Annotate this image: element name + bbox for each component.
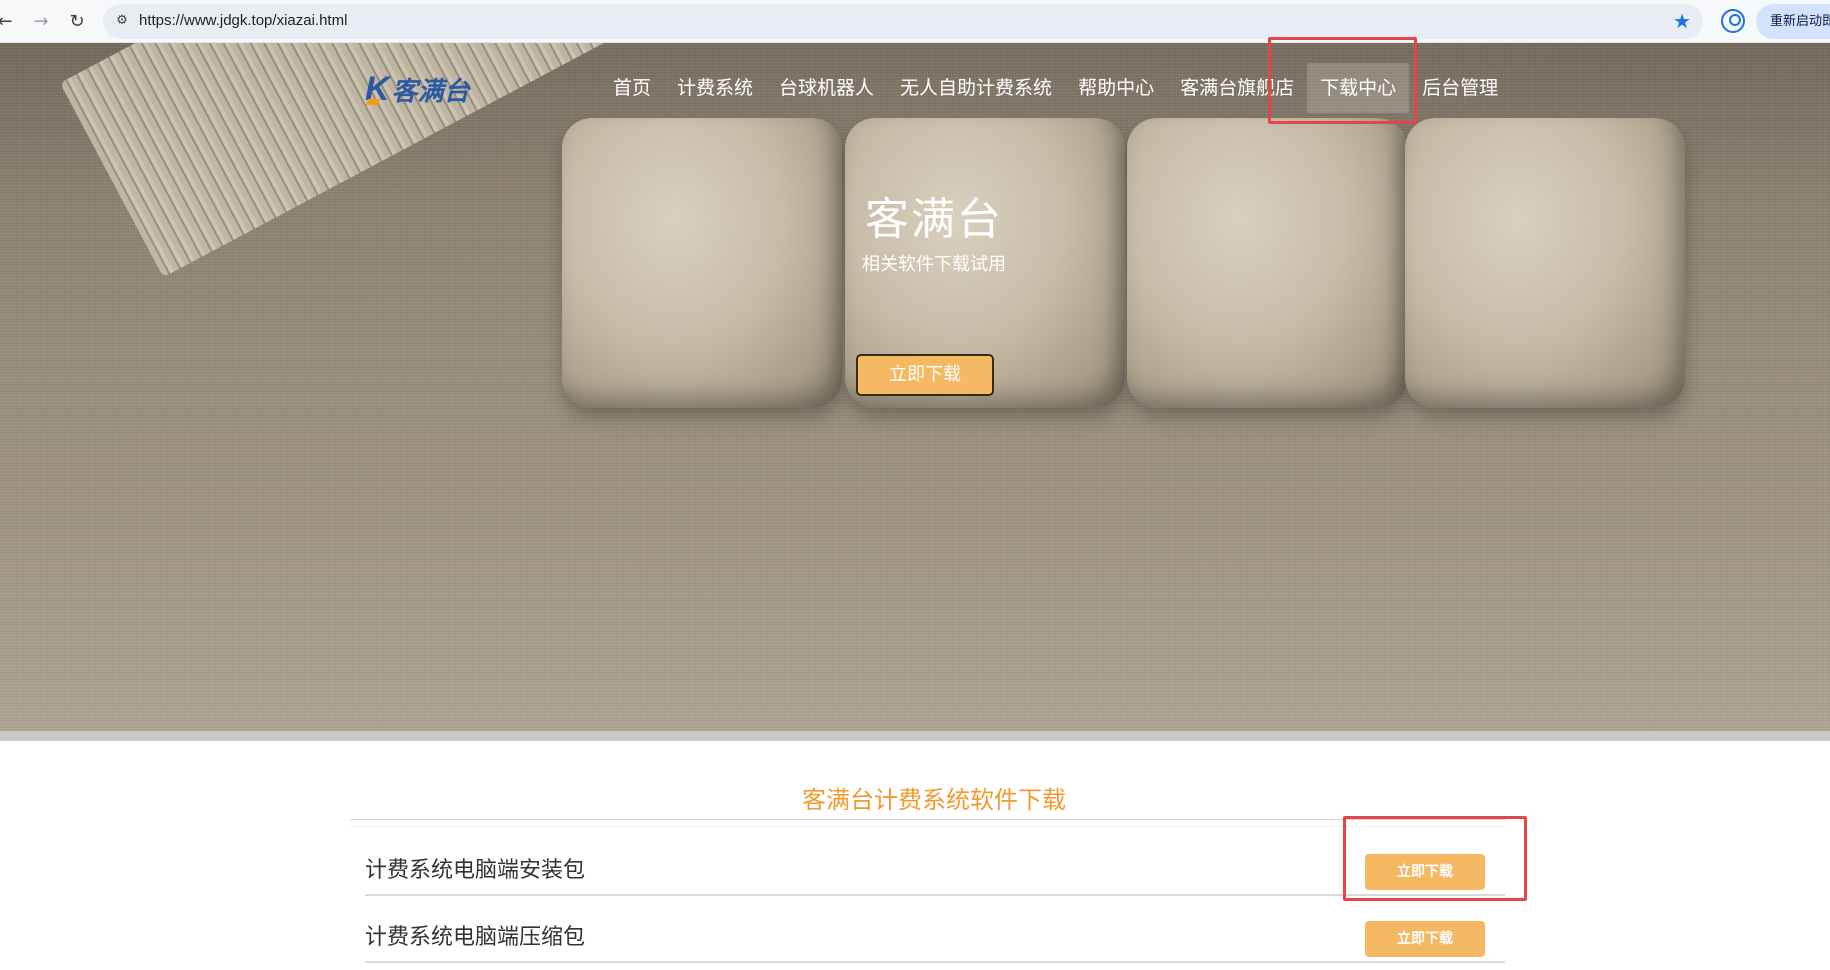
reload-icon[interactable]: ↻ [64,9,90,35]
download-zip-button[interactable]: 立即下载 [1365,921,1485,957]
download-row: 计费系统电脑端压缩包 立即下载 [365,897,1505,963]
browser-toolbar: ← → ↻ ⚙ https://www.jdgk.top/xiazai.html… [0,0,1830,43]
nav-item-help-center[interactable]: 帮助中心 [1065,63,1167,113]
section-divider [350,826,1505,827]
site-logo[interactable]: K 客满台 [365,69,470,108]
bookmark-star-icon[interactable]: ★ [1673,9,1691,33]
site-info-icon[interactable]: ⚙ [113,12,131,30]
nav-item-self-service-billing[interactable]: 无人自助计费系统 [887,63,1065,113]
hero-subtitle: 相关软件下载试用 [862,254,1006,275]
nav-item-home[interactable]: 首页 [600,63,664,113]
download-row: 计费系统电脑端安装包 立即下载 [365,830,1505,896]
logo-text: 客满台 [391,76,470,107]
hero-title: 客满台 [865,194,1003,245]
profile-icon[interactable] [1721,9,1745,33]
address-bar[interactable]: ⚙ https://www.jdgk.top/xiazai.html ★ [103,4,1703,39]
download-item-name: 计费系统电脑端安装包 [365,858,586,883]
logo-mark: K [365,69,390,108]
url-text[interactable]: https://www.jdgk.top/xiazai.html [139,12,347,29]
forward-arrow-icon[interactable]: → [28,9,54,35]
download-highlight-annotation [1343,816,1527,901]
hero-download-button[interactable]: 立即下载 [856,354,994,396]
hero-banner: K 客满台 首页 计费系统 台球机器人 无人自助计费系统 帮助中心 客满台旗舰店… [0,43,1830,741]
nav-item-billing-system[interactable]: 计费系统 [664,63,766,113]
nav-item-admin[interactable]: 后台管理 [1409,63,1511,113]
download-item-name: 计费系统电脑端压缩包 [365,925,586,950]
back-arrow-icon[interactable]: ← [0,9,18,35]
hero-divider [0,731,1830,741]
nav-highlight-annotation [1268,37,1417,124]
nav-item-billiard-robot[interactable]: 台球机器人 [766,63,887,113]
section-divider [350,819,1505,820]
downloads-section-title: 客满台计费系统软件下载 [802,786,1066,814]
relaunch-button[interactable]: 重新启动即 [1756,4,1830,39]
